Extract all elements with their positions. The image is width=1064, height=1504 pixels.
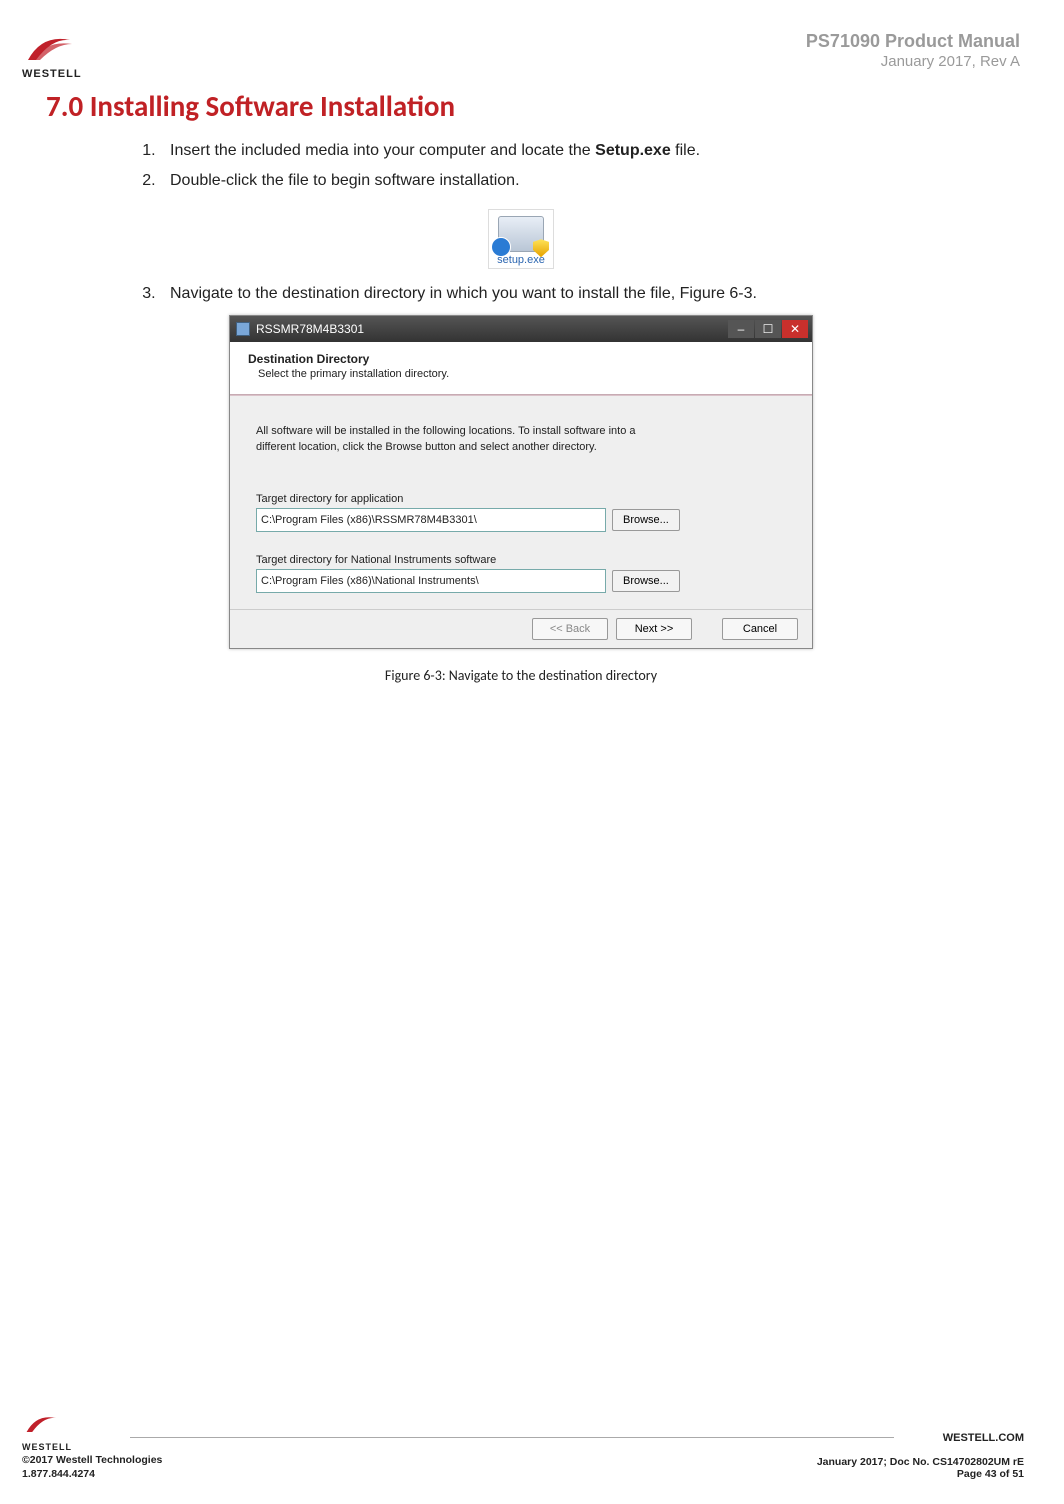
- close-button[interactable]: ✕: [782, 320, 808, 338]
- back-button[interactable]: << Back: [532, 618, 608, 640]
- manual-title-line2: January 2017, Rev A: [806, 53, 1020, 72]
- ni-dir-browse-button[interactable]: Browse...: [612, 570, 680, 592]
- section-heading: 7.0 Installing Software Installation: [46, 88, 1020, 124]
- step-1-bold: Setup.exe: [595, 142, 671, 159]
- minimize-button[interactable]: –: [728, 320, 754, 338]
- install-dialog: RSSMR78M4B3301 – ☐ ✕ Destination Directo…: [229, 315, 813, 649]
- dialog-body: All software will be installed in the fo…: [230, 395, 812, 609]
- maximize-button[interactable]: ☐: [755, 320, 781, 338]
- step-1-text-pre: Insert the included media into your comp…: [170, 142, 595, 159]
- dialog-header-subtitle: Select the primary installation director…: [258, 368, 794, 380]
- footer-copyright: ©2017 Westell Technologies: [22, 1454, 162, 1466]
- ni-dir-input[interactable]: [256, 569, 606, 593]
- footer-page: Page 43 of 51: [817, 1468, 1024, 1480]
- footer-docno: January 2017; Doc No. CS14702802UM rE: [817, 1456, 1024, 1468]
- step-3: Navigate to the destination directory in…: [160, 279, 1020, 309]
- logo: WESTELL: [22, 30, 82, 80]
- app-dir-label: Target directory for application: [256, 493, 786, 505]
- setup-exe-icon: setup.exe: [488, 209, 554, 269]
- step-1: Insert the included media into your comp…: [160, 136, 1020, 166]
- window-title: RSSMR78M4B3301: [256, 322, 364, 336]
- app-dir-browse-button[interactable]: Browse...: [612, 509, 680, 531]
- ni-dir-label: Target directory for National Instrument…: [256, 554, 786, 566]
- app-icon: [236, 322, 250, 336]
- app-dir-input[interactable]: [256, 508, 606, 532]
- manual-title-line1: PS71090 Product Manual: [806, 30, 1020, 53]
- manual-title: PS71090 Product Manual January 2017, Rev…: [806, 30, 1020, 71]
- swoosh-icon: [22, 30, 78, 70]
- figure-caption: Figure 6-3: Navigate to the destination …: [22, 667, 1020, 684]
- footer-phone: 1.877.844.4274: [22, 1468, 95, 1480]
- next-button[interactable]: Next >>: [616, 618, 692, 640]
- dialog-body-p1: All software will be installed in the fo…: [256, 425, 786, 437]
- dialog-header: Destination Directory Select the primary…: [230, 342, 812, 395]
- dialog-body-p2: different location, click the Browse but…: [256, 441, 786, 453]
- footer-brand: WESTELL: [22, 1442, 72, 1452]
- brand-text: WESTELL: [22, 68, 82, 80]
- step-2: Double-click the file to begin software …: [160, 166, 1020, 196]
- step-list-2: Navigate to the destination directory in…: [132, 279, 1020, 309]
- step-1-text-post: file.: [671, 142, 700, 159]
- dialog-footer: << Back Next >> Cancel: [230, 609, 812, 648]
- titlebar: RSSMR78M4B3301 – ☐ ✕: [230, 316, 812, 342]
- footer-logo: WESTELL: [22, 1411, 72, 1452]
- dialog-header-title: Destination Directory: [248, 352, 794, 366]
- cancel-button[interactable]: Cancel: [722, 618, 798, 640]
- step-list: Insert the included media into your comp…: [132, 136, 1020, 195]
